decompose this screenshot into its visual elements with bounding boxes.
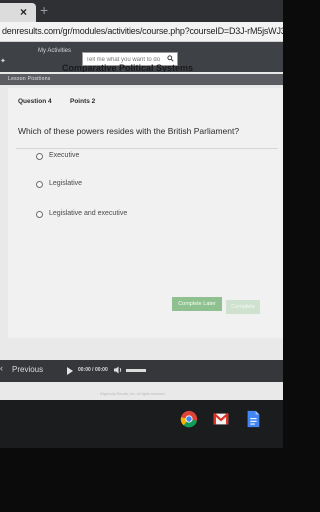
lesson-label: Lesson Positions: [8, 76, 51, 82]
search-icon[interactable]: [167, 55, 174, 62]
footer-bar: ‹ Previous 00:00 / 00:00: [0, 360, 283, 382]
media-time: 00:00 / 00:00: [78, 367, 108, 373]
divider: [16, 148, 278, 149]
screen: × + denresults.com/gr/modules/activities…: [0, 0, 283, 448]
docs-icon[interactable]: [244, 410, 262, 428]
radio-button[interactable]: [36, 211, 43, 218]
course-title: Comparative Political Systems: [62, 64, 194, 72]
option-label[interactable]: Executive: [49, 152, 79, 159]
site-header: My Activities Comparative Political Syst…: [0, 42, 283, 72]
browser-tab[interactable]: ×: [0, 3, 36, 22]
question-points: Points 2: [70, 98, 96, 105]
taskbar: [0, 400, 283, 448]
previous-arrow-icon[interactable]: ‹: [0, 363, 3, 373]
complete-button[interactable]: Complete: [226, 300, 260, 314]
question-text: Which of these powers resides with the B…: [18, 126, 240, 136]
address-bar[interactable]: denresults.com/gr/modules/activities/cou…: [0, 22, 283, 42]
question-number: Question 4: [18, 98, 52, 105]
volume-slider[interactable]: [126, 369, 146, 372]
browser-tab-strip: × +: [0, 0, 283, 22]
question-card: Question 4 Points 2 Which of these power…: [8, 88, 283, 338]
complete-later-button[interactable]: Complete Later: [172, 297, 222, 311]
previous-button[interactable]: Previous: [12, 365, 43, 374]
copyright-text: Edgenuity Results, Inc. All rights reser…: [100, 392, 165, 396]
lesson-bar: Lesson Positions: [0, 74, 283, 85]
gmail-icon[interactable]: [212, 410, 230, 428]
pin-icon[interactable]: ✦: [0, 58, 7, 66]
play-icon[interactable]: [67, 367, 73, 375]
radio-button[interactable]: [36, 153, 43, 160]
url-text[interactable]: denresults.com/gr/modules/activities/cou…: [2, 26, 283, 36]
option-label[interactable]: Legislative: [49, 180, 82, 187]
option-label[interactable]: Legislative and executive: [49, 210, 127, 217]
close-tab-icon[interactable]: ×: [20, 5, 27, 19]
new-tab-icon[interactable]: +: [40, 2, 48, 18]
radio-button[interactable]: [36, 181, 43, 188]
chrome-icon[interactable]: [180, 410, 198, 428]
my-activities-link[interactable]: My Activities: [38, 48, 71, 54]
volume-icon[interactable]: [113, 365, 123, 375]
